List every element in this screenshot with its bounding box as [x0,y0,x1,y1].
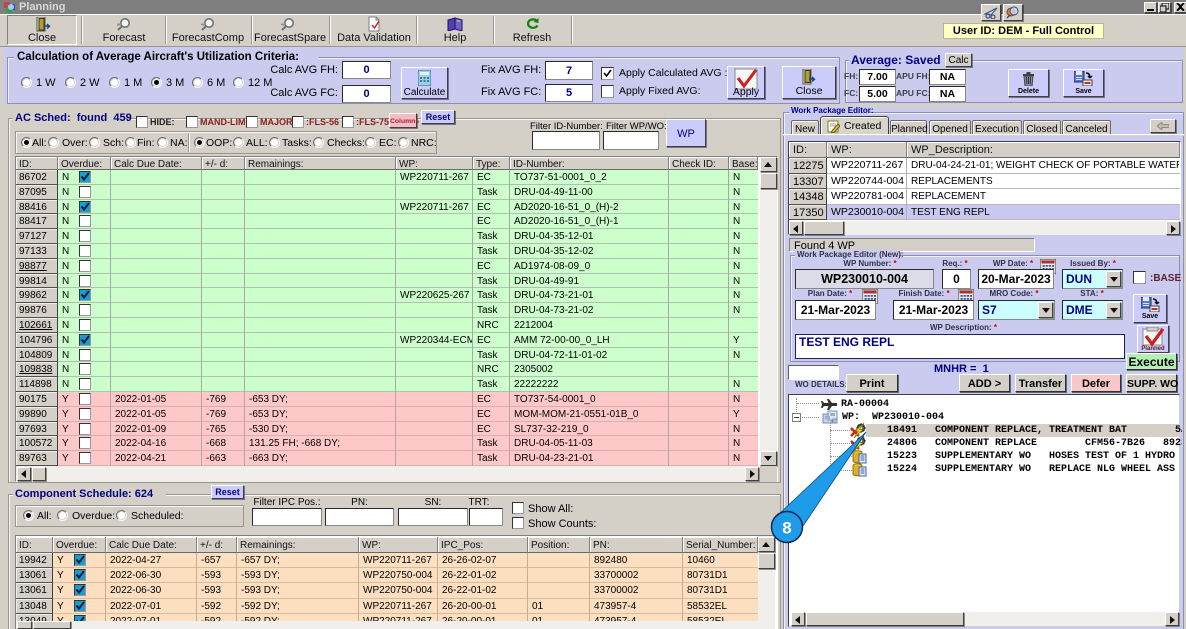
svg-text:8: 8 [782,519,791,538]
